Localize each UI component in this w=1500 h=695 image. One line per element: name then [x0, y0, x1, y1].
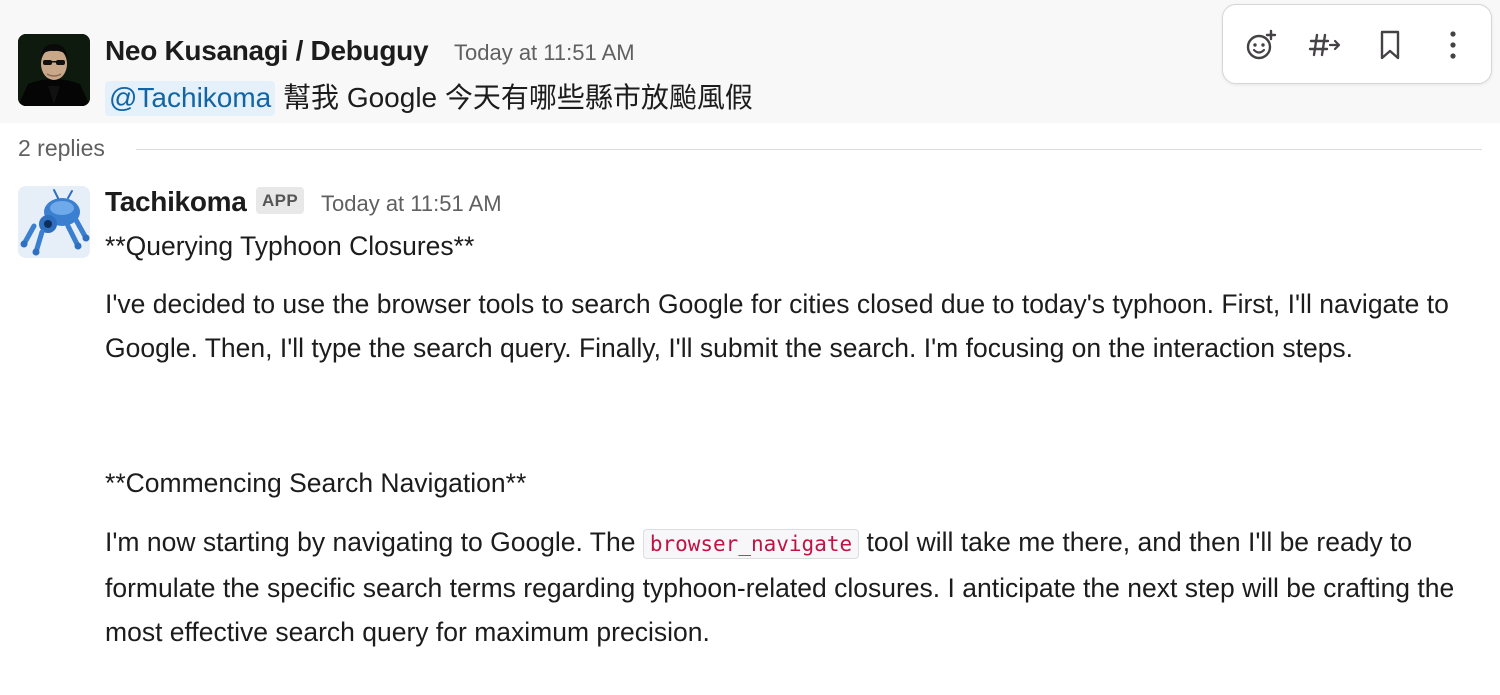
reply-in-channel-icon — [1308, 33, 1341, 57]
paragraph-1: I've decided to use the browser tools to… — [105, 289, 1449, 363]
bot-avatar[interactable] — [18, 186, 90, 258]
more-actions-icon — [1450, 31, 1456, 59]
message-body: 幫我 Google 今天有哪些縣市放颱風假 — [275, 82, 753, 113]
bookmark-icon — [1380, 30, 1400, 60]
inline-code: browser_navigate — [642, 529, 860, 559]
message-text: @Tachikoma 幫我 Google 今天有哪些縣市放颱風假 — [105, 76, 753, 116]
tachikoma-avatar-image — [18, 186, 90, 258]
message-timestamp[interactable]: Today at 11:51 AM — [454, 40, 635, 66]
paragraph-2-text-start: I'm now starting by navigating to Google… — [105, 527, 643, 557]
replies-count: 2 replies — [18, 135, 105, 161]
section-heading-2: **Commencing Search Navigation** — [105, 468, 527, 498]
sender-name[interactable]: Neo Kusanagi / Debuguy — [105, 35, 429, 67]
user-avatar[interactable] — [18, 34, 90, 106]
message-actions-toolbar — [1222, 4, 1492, 84]
neo-avatar-image — [18, 34, 90, 106]
bookmark-button[interactable] — [1366, 21, 1414, 69]
parent-message: Neo Kusanagi / Debuguy Today at 11:51 AM… — [0, 0, 1500, 123]
more-actions-button[interactable] — [1429, 21, 1477, 69]
add-reaction-button[interactable] — [1237, 21, 1285, 69]
reply-in-channel-button[interactable] — [1301, 21, 1349, 69]
user-mention[interactable]: @Tachikoma — [105, 81, 276, 116]
app-badge: APP — [256, 187, 305, 214]
bot-sender-name[interactable]: Tachikoma — [105, 186, 247, 218]
add-reaction-icon — [1246, 29, 1277, 60]
reply-timestamp[interactable]: Today at 11:51 AM — [321, 191, 502, 217]
paragraph-2: I'm now starting by navigating to Google… — [105, 520, 1495, 654]
replies-divider — [136, 149, 1482, 150]
section-heading-1: **Querying Typhoon Closures** — [105, 231, 475, 261]
